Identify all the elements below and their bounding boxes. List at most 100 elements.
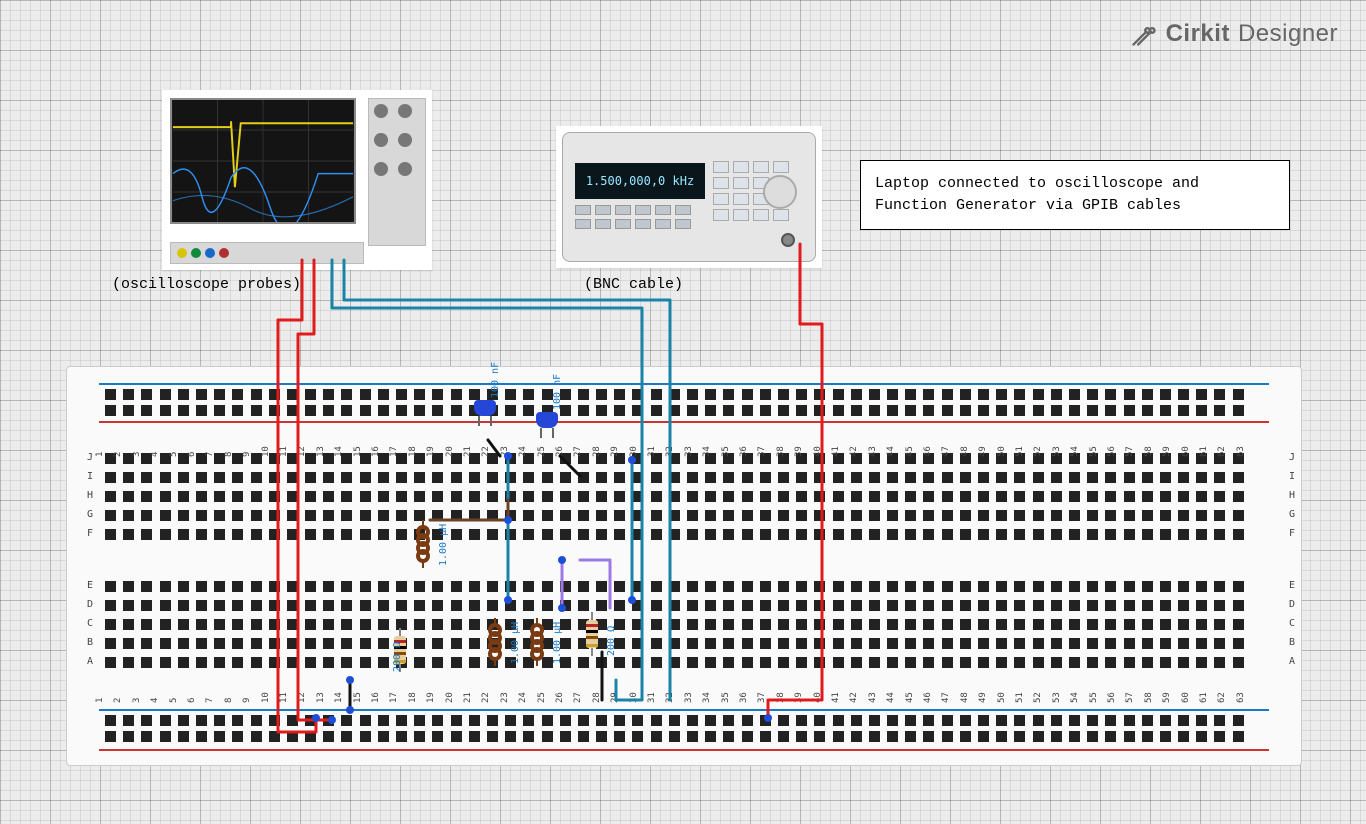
column-number: 59 xyxy=(1162,692,1172,703)
brand-icon xyxy=(1130,20,1158,48)
column-number: 15 xyxy=(353,446,363,457)
capacitor-c1[interactable] xyxy=(474,400,496,416)
resistor-r2[interactable] xyxy=(586,612,598,656)
breadboard[interactable]: JIHGFEDCBAJIHGFEDCBA12345678910111213141… xyxy=(66,366,1302,766)
row-label: B xyxy=(87,637,93,648)
column-number: 2 xyxy=(113,452,123,457)
column-number: 45 xyxy=(905,692,915,703)
column-number: 31 xyxy=(647,692,657,703)
function-generator-display: 1.500,000,0 kHz xyxy=(575,163,705,199)
inductor-l3[interactable] xyxy=(528,618,546,666)
column-number: 53 xyxy=(1052,446,1062,457)
column-number: 47 xyxy=(941,692,951,703)
column-number: 2 xyxy=(113,698,123,703)
column-number: 44 xyxy=(886,692,896,703)
column-number: 14 xyxy=(334,446,344,457)
column-number: 12 xyxy=(297,446,307,457)
column-number: 32 xyxy=(665,692,675,703)
column-number: 1 xyxy=(95,698,105,703)
row-label: F xyxy=(87,528,93,539)
oscilloscope-instrument[interactable] xyxy=(162,90,432,270)
function-generator-instrument[interactable]: 1.500,000,0 kHz xyxy=(556,126,822,268)
inductor-l2[interactable] xyxy=(486,618,504,666)
column-number: 16 xyxy=(371,446,381,457)
column-number: 5 xyxy=(169,452,179,457)
column-number: 16 xyxy=(371,692,381,703)
column-number: 26 xyxy=(555,446,565,457)
column-number: 48 xyxy=(960,692,970,703)
column-number: 50 xyxy=(997,446,1007,457)
column-number: 6 xyxy=(187,698,197,703)
column-number: 27 xyxy=(573,692,583,703)
column-number: 62 xyxy=(1217,446,1227,457)
column-number: 17 xyxy=(389,446,399,457)
function-generator-knob xyxy=(763,175,797,209)
column-number: 41 xyxy=(831,692,841,703)
column-number: 19 xyxy=(426,446,436,457)
column-number: 51 xyxy=(1015,446,1025,457)
column-number: 17 xyxy=(389,692,399,703)
column-number: 7 xyxy=(205,698,215,703)
scope-ch3-port xyxy=(205,248,215,258)
function-generator-softkeys xyxy=(575,205,691,229)
capacitor-c1-value: 100 nF xyxy=(490,362,501,398)
gpib-note-line2: Function Generator via GPIB cables xyxy=(875,195,1275,217)
column-number: 19 xyxy=(426,692,436,703)
column-number: 56 xyxy=(1107,692,1117,703)
row-label: G xyxy=(87,509,93,520)
column-number: 57 xyxy=(1125,446,1135,457)
column-number: 56 xyxy=(1107,446,1117,457)
column-number: 50 xyxy=(997,692,1007,703)
column-number: 18 xyxy=(408,446,418,457)
row-label: J xyxy=(1289,452,1295,463)
row-label: H xyxy=(87,490,93,501)
function-generator-body: 1.500,000,0 kHz xyxy=(562,132,816,262)
capacitor-c2[interactable] xyxy=(536,412,558,428)
gpib-note[interactable]: Laptop connected to oscilloscope and Fun… xyxy=(860,160,1290,230)
column-number: 23 xyxy=(500,692,510,703)
column-number: 42 xyxy=(849,692,859,703)
column-number: 40 xyxy=(813,446,823,457)
column-number: 25 xyxy=(537,692,547,703)
column-number: 37 xyxy=(757,692,767,703)
column-number: 39 xyxy=(794,446,804,457)
brand-word1: Cirkit xyxy=(1166,20,1230,48)
oscilloscope-controls xyxy=(368,98,426,246)
column-number: 20 xyxy=(445,692,455,703)
column-number: 53 xyxy=(1052,692,1062,703)
column-number: 61 xyxy=(1199,446,1209,457)
inductor-l3-value: 1.00 µH xyxy=(552,622,563,664)
column-number: 62 xyxy=(1217,692,1227,703)
row-label: D xyxy=(87,599,93,610)
scope-ch1-port xyxy=(177,248,187,258)
column-number: 1 xyxy=(95,452,105,457)
column-number: 36 xyxy=(739,692,749,703)
column-number: 8 xyxy=(224,698,234,703)
row-label: I xyxy=(87,471,93,482)
scope-ch4-port xyxy=(219,248,229,258)
column-number: 11 xyxy=(279,446,289,457)
column-number: 49 xyxy=(978,692,988,703)
column-number: 20 xyxy=(445,446,455,457)
column-number: 35 xyxy=(721,692,731,703)
column-number: 38 xyxy=(776,692,786,703)
column-number: 18 xyxy=(408,692,418,703)
oscilloscope-screen xyxy=(170,98,356,224)
column-number: 4 xyxy=(150,698,160,703)
column-number: 58 xyxy=(1144,446,1154,457)
column-number: 44 xyxy=(886,446,896,457)
row-label: I xyxy=(1289,471,1295,482)
column-number: 52 xyxy=(1033,446,1043,457)
column-number: 63 xyxy=(1236,692,1246,703)
inductor-l1[interactable] xyxy=(414,520,432,568)
column-number: 4 xyxy=(150,452,160,457)
column-number: 59 xyxy=(1162,446,1172,457)
column-number: 60 xyxy=(1181,446,1191,457)
column-number: 51 xyxy=(1015,692,1025,703)
column-number: 27 xyxy=(573,446,583,457)
column-number: 28 xyxy=(592,446,602,457)
column-number: 63 xyxy=(1236,446,1246,457)
row-label: C xyxy=(1289,618,1295,629)
resistor-r1-value: 200 Ω xyxy=(392,642,403,672)
oscilloscope-probes-label: (oscilloscope probes) xyxy=(112,276,301,293)
